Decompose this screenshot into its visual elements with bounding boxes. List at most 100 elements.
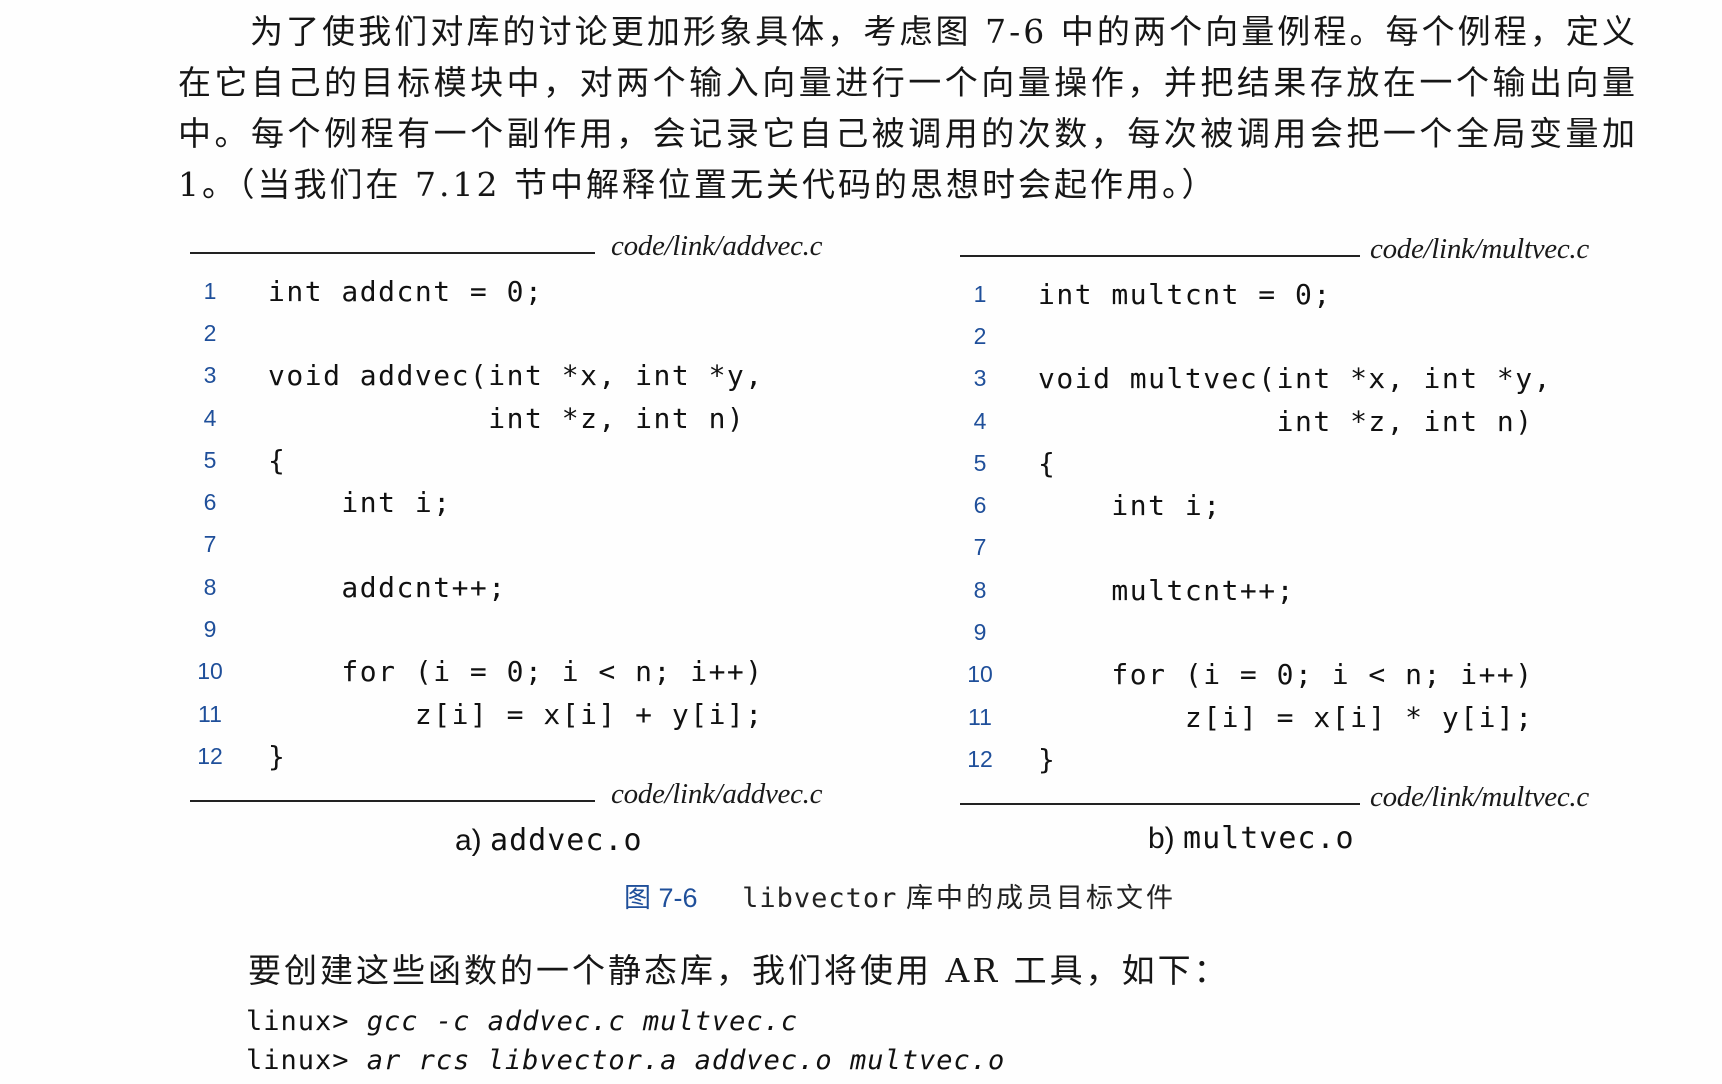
shell-command: gcc -c addvec.c multvec.c [366,1006,799,1037]
code-line: 4 int *z, int n) [190,397,870,439]
file-header-top: code/link/multvec.c [960,233,1640,273]
code-line: 4 int *z, int n) [960,400,1640,442]
code-text: for (i = 0; i < n; i++) [268,655,764,689]
line-number: 6 [203,489,217,516]
intro-paragraph: 为了使我们对库的讨论更加形象具体，考虑图 7-6 中的两个向量例程。每个例程，定… [178,12,1638,204]
figure-library-name: libvector [742,883,898,914]
code-text: { [1038,446,1057,480]
line-number: 9 [973,619,987,646]
code-text: int *z, int n) [268,401,746,435]
line-number: 10 [967,661,993,688]
subfigure-filename: multvec.o [1183,821,1355,856]
line-number: 10 [197,658,223,685]
line-number: 4 [973,407,987,434]
code-text: z[i] = x[i] * y[i]; [1038,700,1534,734]
line-number: 11 [968,703,992,730]
code-text: int i; [1038,489,1222,523]
shell-prompt: linux> [246,1045,367,1076]
line-number: 1 [203,277,217,304]
line-number: 2 [973,322,987,349]
terminal-commands: linux> gcc -c addvec.c multvec.c linux> a… [246,1006,1005,1084]
code-line: 7 [960,527,1640,569]
file-header-bottom: code/link/addvec.c [190,778,870,818]
line-number: 7 [203,531,217,558]
file-header-top: code/link/addvec.c [190,230,870,270]
code-text: int multcnt = 0; [1038,277,1332,311]
line-number: 11 [198,700,222,727]
line-number: 8 [203,573,217,600]
terminal-line: linux> gcc -c addvec.c multvec.c [246,1006,1005,1045]
code-line: 5{ [190,439,870,481]
code-line: 9 [190,608,870,650]
line-number: 5 [973,449,987,476]
code-line: 1 int addcnt = 0; [190,270,870,312]
line-number: 12 [197,742,223,769]
file-path-label: code/link/addvec.c [611,777,823,810]
line-number: 4 [203,404,217,431]
code-text: } [1038,742,1057,776]
code-text: multcnt++; [1038,573,1296,607]
file-path-label: code/link/multvec.c [1370,780,1589,813]
line-number: 3 [973,365,987,392]
figure-number: 图 7-6 [624,883,698,913]
file-path-label: code/link/multvec.c [1370,233,1589,265]
figure-description: 库中的成员目标文件 [906,883,1177,914]
code-line: 2 [190,312,870,354]
figure-caption: 图 7-6 libvector 库中的成员目标文件 [624,876,1176,915]
line-number: 2 [203,319,217,346]
code-listing-addvec: code/link/addvec.c 1 int addcnt = 0; 2 3 voi… [190,230,870,818]
code-listing-multvec: code/link/multvec.c 1 int multcnt = 0; 2 3 v… [960,233,1640,821]
code-line: 6 int i; [960,484,1640,526]
line-number: 1 [973,280,987,307]
code-line: 3 void addvec(int *x, int *y, [190,355,870,397]
line-number: 9 [203,616,217,643]
subfigure-caption-b: b) multvec.o [1148,821,1355,856]
code-text: } [268,739,287,773]
line-number: 12 [967,745,993,772]
shell-command: ar rcs libvector.a addvec.o multvec.o [366,1045,1006,1076]
code-line: 12} [190,735,870,777]
line-number: 5 [203,446,217,473]
body-paragraph: 要创建这些函数的一个静态库，我们将使用 AR 工具，如下： [248,951,1230,990]
shell-prompt: linux> [246,1006,367,1037]
code-text: int addcnt = 0; [268,274,544,308]
code-text: void multvec(int *x, int *y, [1038,362,1553,396]
code-line: 7 [190,524,870,566]
book-page: 为了使我们对库的讨论更加形象具体，考虑图 7-6 中的两个向量例程。每个例程，定… [0,0,1722,1079]
code-text: { [268,443,287,477]
code-lines: 1 int multcnt = 0; 2 3 void multvec(int *x, … [960,273,1640,781]
code-line: 10 for (i = 0; i < n; i++) [960,654,1640,696]
code-line: 1 int multcnt = 0; [960,273,1640,315]
code-text: addcnt++; [268,570,507,604]
file-header-bottom: code/link/multvec.c [960,781,1640,821]
terminal-line: linux> ar rcs libvector.a addvec.o multv… [246,1045,1005,1084]
code-line: 3 void multvec(int *x, int *y, [960,358,1640,400]
rule-line [960,802,1360,805]
code-line: 8 addcnt++; [190,566,870,608]
subfigure-letter: b) [1148,822,1175,855]
code-line: 12} [960,738,1640,780]
code-line: 8 multcnt++; [960,569,1640,611]
code-line: 9 [960,611,1640,653]
code-line: 11 z[i] = x[i] * y[i]; [960,696,1640,738]
line-number: 3 [203,362,217,389]
code-line: 10 for (i = 0; i < n; i++) [190,651,870,693]
code-text: void addvec(int *x, int *y, [268,359,764,393]
subfigure-caption-a: a) addvec.o [455,823,643,858]
code-text: int *z, int n) [1038,404,1534,438]
rule-line [960,255,1360,257]
line-number: 7 [973,534,987,561]
line-number: 6 [973,492,987,519]
rule-line [190,799,595,802]
code-line: 11 z[i] = x[i] + y[i]; [190,693,870,735]
subfigure-filename: addvec.o [490,823,643,858]
code-text: int i; [268,486,452,520]
code-line: 5{ [960,442,1640,484]
line-number: 8 [973,576,987,603]
subfigure-letter: a) [455,824,482,857]
code-text: for (i = 0; i < n; i++) [1038,658,1534,692]
code-line: 6 int i; [190,481,870,523]
code-text: z[i] = x[i] + y[i]; [268,697,764,731]
code-line: 2 [960,315,1640,357]
rule-line [190,252,595,254]
